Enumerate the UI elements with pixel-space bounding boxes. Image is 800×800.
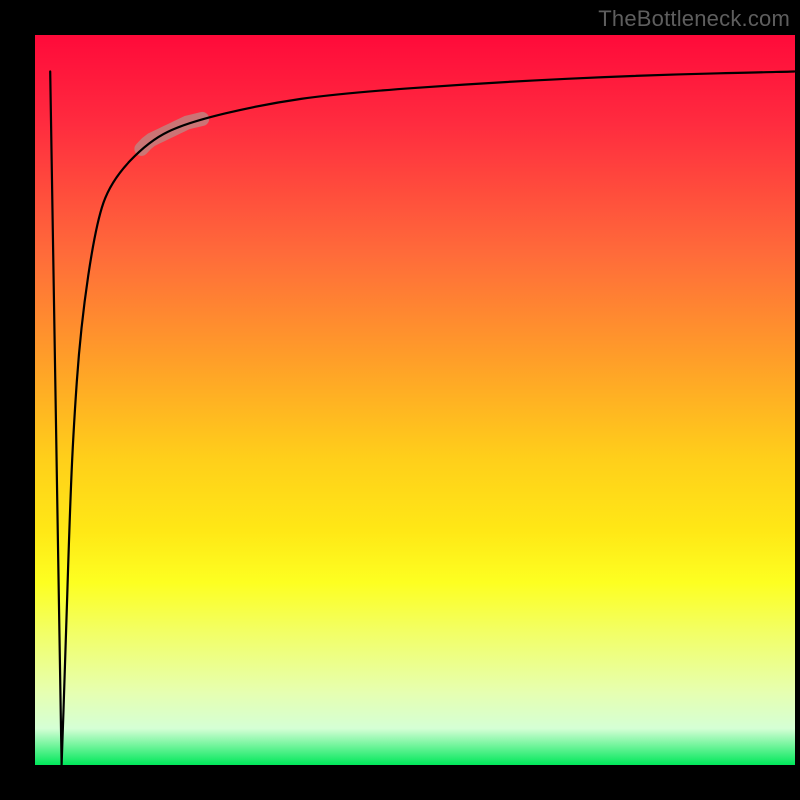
attribution-label: TheBottleneck.com bbox=[598, 6, 790, 32]
curve-main bbox=[50, 72, 795, 766]
chart-container: TheBottleneck.com bbox=[0, 0, 800, 800]
chart-svg bbox=[35, 35, 795, 765]
curve-highlight bbox=[141, 119, 202, 149]
